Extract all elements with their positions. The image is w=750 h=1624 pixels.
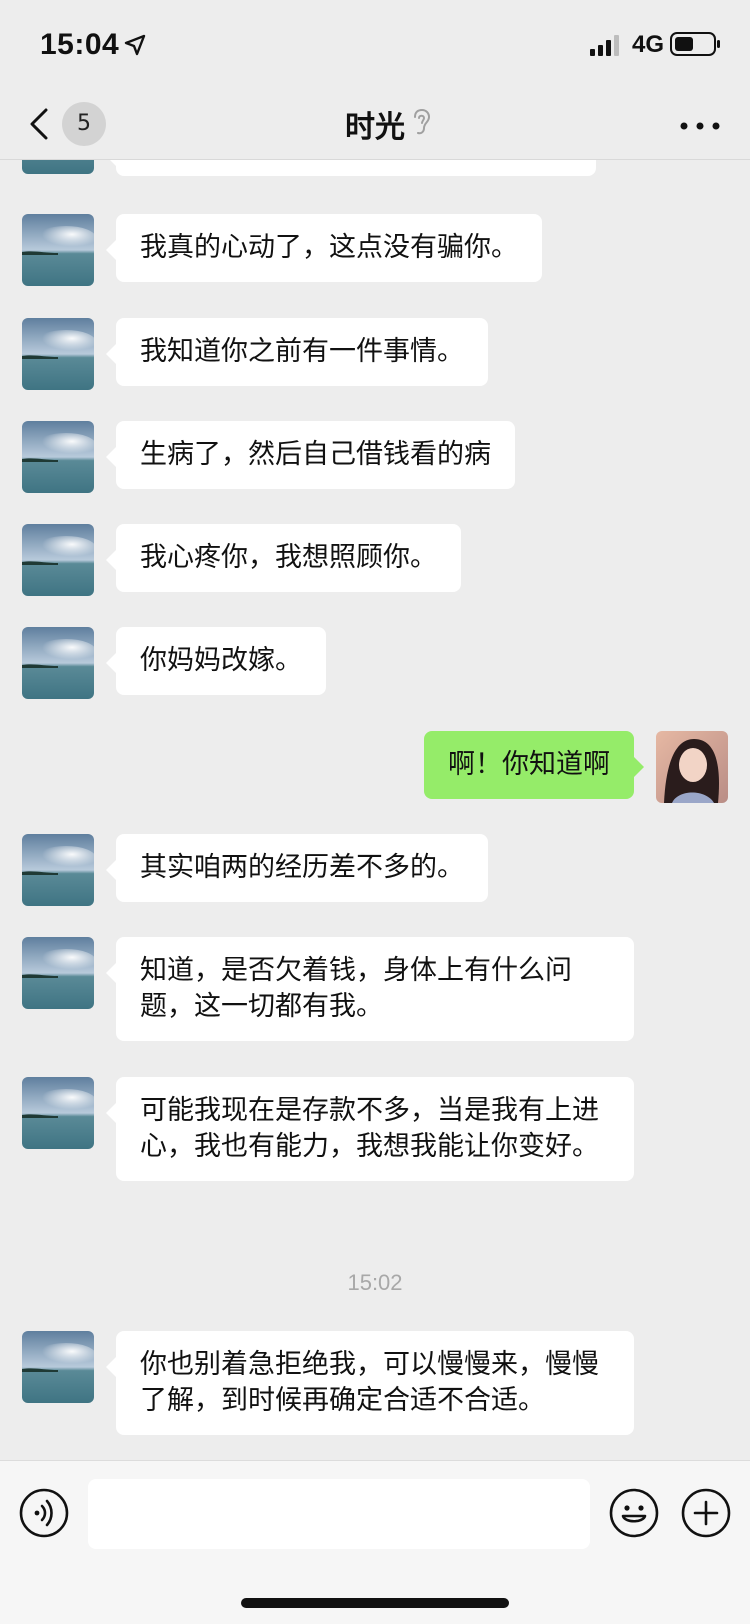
more-functions-button[interactable]	[680, 1487, 732, 1539]
message-bubble[interactable]	[106, 160, 596, 176]
chat-header: 5 时光	[0, 88, 750, 160]
location-arrow-icon	[124, 34, 146, 56]
contact-avatar[interactable]	[22, 627, 94, 699]
message-bubble[interactable]: 生病了，然后自己借钱看的病	[106, 421, 515, 489]
contact-avatar[interactable]	[22, 318, 94, 390]
message-list[interactable]: 我真的心动了，这点没有骗你。 我知道你之前有一件事情。 生病了，然后自己借钱看的…	[0, 160, 750, 1460]
chat-title: 时光	[345, 110, 405, 145]
cellular-signal-icon	[590, 35, 619, 56]
network-type-label: 4G	[632, 31, 665, 58]
user-avatar[interactable]	[656, 731, 728, 803]
contact-avatar[interactable]	[22, 1077, 94, 1149]
more-options-button[interactable]	[672, 106, 728, 146]
message-bubble[interactable]: 其实咱两的经历差不多的。	[106, 834, 488, 902]
voice-input-button[interactable]	[18, 1487, 70, 1539]
message-bubble[interactable]: 我心疼你，我想照顾你。	[106, 524, 461, 592]
contact-avatar[interactable]	[22, 1331, 94, 1403]
status-time: 15:04	[40, 28, 120, 61]
contact-avatar[interactable]	[22, 834, 94, 906]
message-bubble-sent[interactable]: 啊！你知道啊	[424, 731, 644, 799]
message-timestamp: 15:02	[347, 1270, 403, 1295]
home-indicator[interactable]	[241, 1598, 509, 1608]
ear-muted-icon	[414, 108, 431, 135]
contact-avatar[interactable]	[22, 160, 94, 174]
message-bubble[interactable]: 我真的心动了，这点没有骗你。	[106, 214, 542, 282]
message-bubble[interactable]: 我知道你之前有一件事情。	[106, 318, 488, 386]
contact-avatar[interactable]	[22, 524, 94, 596]
status-bar: 15:04 4G	[0, 0, 750, 88]
message-input[interactable]	[88, 1479, 590, 1549]
battery-icon	[670, 32, 720, 56]
contact-avatar[interactable]	[22, 937, 94, 1009]
message-bubble[interactable]: 你也别着急拒绝我，可以慢慢来，慢慢了解，到时候再确定合适不合适。	[106, 1331, 634, 1435]
emoji-button[interactable]	[608, 1487, 660, 1539]
message-bubble[interactable]: 知道，是否欠着钱，身体上有什么问题，这一切都有我。	[106, 937, 634, 1041]
message-bubble[interactable]: 你妈妈改嫁。	[106, 627, 326, 695]
message-bubble[interactable]: 可能我现在是存款不多，当是我有上进心，我也有能力，我想我能让你变好。	[106, 1077, 634, 1181]
contact-avatar[interactable]	[22, 214, 94, 286]
contact-avatar[interactable]	[22, 421, 94, 493]
